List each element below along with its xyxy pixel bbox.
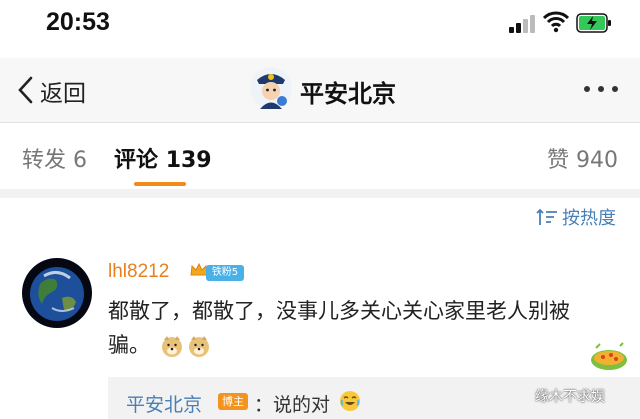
police-mascot-avatar[interactable] <box>249 66 293 110</box>
tab-label: 赞 <box>547 148 570 173</box>
fruit-sticker-icon <box>591 342 627 370</box>
watermark-text: 缘木不求娱 <box>535 389 605 405</box>
tab-count: 6 <box>73 148 88 173</box>
wifi-icon <box>543 11 569 33</box>
status-time: 20:53 <box>46 8 110 36</box>
tab-label: 转发 <box>22 148 67 173</box>
reply-text: ：说的对 <box>254 394 331 416</box>
tab-comments[interactable]: 评论 139 <box>114 142 212 174</box>
comment-body: 都散了，都散了，没事儿多关心关心家里老人别被骗。 <box>108 294 608 362</box>
doge-emoji-icon <box>188 336 209 357</box>
active-tab-indicator <box>134 182 186 186</box>
tab-count: 940 <box>576 148 619 173</box>
sort-by-hot-button[interactable]: 按热度 <box>562 204 616 230</box>
tab-likes[interactable]: 赞 940 <box>547 142 618 174</box>
page-title: 平安北京 <box>300 80 396 108</box>
reply-author[interactable]: 平安北京 <box>126 390 202 417</box>
section-divider <box>0 189 640 198</box>
fan-level-badge: 铁粉5 <box>206 265 244 281</box>
doge-emoji-icon <box>161 336 182 357</box>
laugh-cry-emoji-icon <box>340 391 360 411</box>
comment-username[interactable]: lhl8212 <box>108 261 169 283</box>
back-chevron-icon[interactable] <box>16 76 34 104</box>
back-button[interactable]: 返回 <box>40 74 86 108</box>
more-options-icon[interactable] <box>584 86 620 94</box>
battery-charging-icon <box>576 13 611 33</box>
user-avatar[interactable] <box>22 258 92 328</box>
tab-reposts[interactable]: 转发 6 <box>22 142 87 174</box>
author-badge: 博主 <box>218 393 248 410</box>
cell-signal-icon <box>509 15 537 33</box>
tab-label: 评论 <box>114 148 159 173</box>
sort-icon[interactable] <box>536 207 558 227</box>
tab-count: 139 <box>165 148 212 173</box>
